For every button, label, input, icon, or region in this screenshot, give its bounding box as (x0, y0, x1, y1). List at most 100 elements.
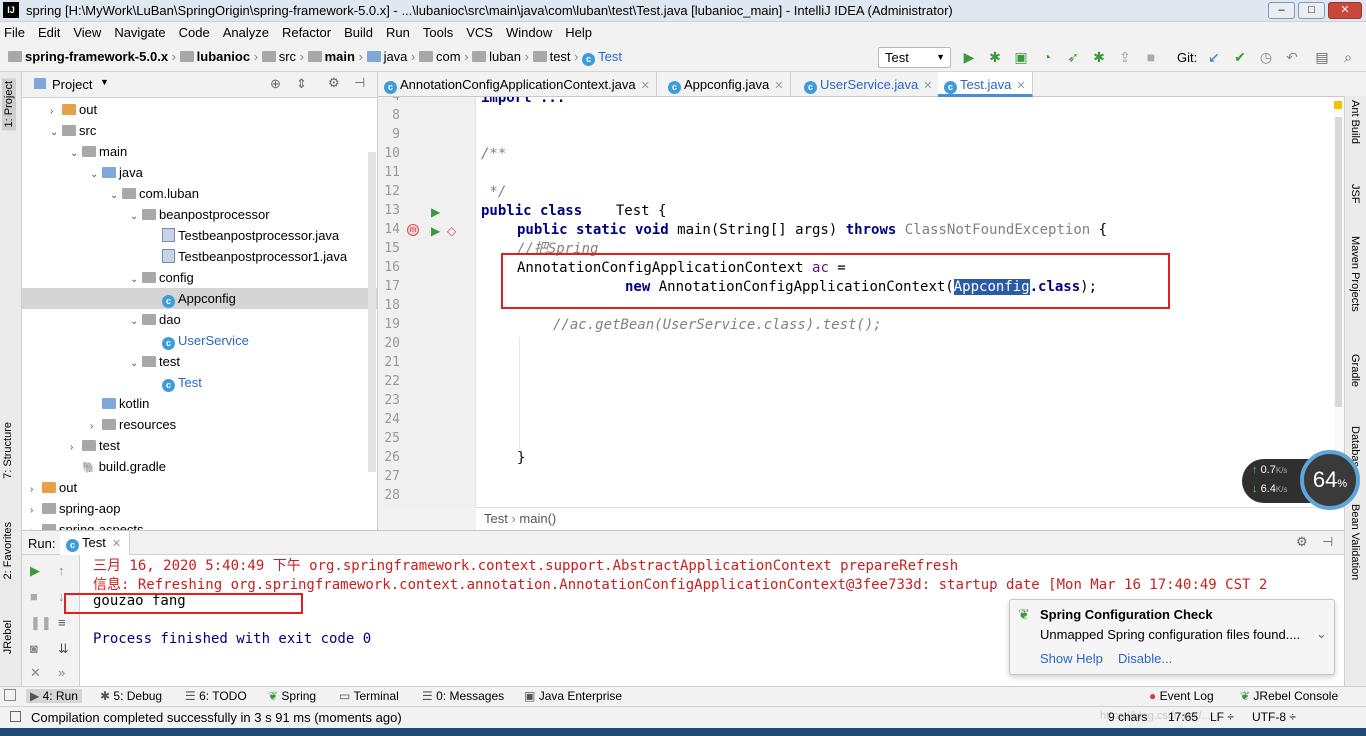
tree-item[interactable]: ⌄ src (22, 120, 377, 141)
menu-build[interactable]: Build (344, 25, 373, 40)
structure-tool-tab[interactable]: 7: Structure (2, 422, 14, 479)
expand-arrow-icon[interactable]: ⌄ (130, 206, 142, 227)
tool-event-log[interactable]: ● Event Log (1149, 689, 1214, 703)
expand-arrow-icon[interactable]: › (90, 416, 102, 437)
tool-windows-toggle-icon[interactable] (4, 689, 16, 701)
expand-arrow-icon[interactable]: › (30, 521, 42, 530)
tool-spring[interactable]: ❦ Spring (268, 689, 316, 703)
menu-analyze[interactable]: Analyze (223, 25, 269, 40)
tab-userservice[interactable]: c UserService.java ✕ (798, 72, 940, 97)
expand-arrow-icon[interactable]: ⌄ (130, 353, 142, 374)
run-class-icon[interactable]: ▶ (431, 205, 440, 219)
expand-arrow-icon[interactable]: ⌄ (70, 143, 82, 164)
menu-vcs[interactable]: VCS (466, 25, 493, 40)
minimize-button[interactable]: – (1268, 2, 1295, 19)
disable-link[interactable]: Disable... (1118, 651, 1172, 666)
file-encoding[interactable]: UTF-8 ÷ (1252, 710, 1296, 724)
jrebel-tool-tab[interactable]: JRebel (2, 620, 14, 654)
chevron-down-icon[interactable]: ▼ (100, 77, 109, 87)
maximize-button[interactable]: □ (1298, 2, 1325, 19)
git-history-icon[interactable]: ◷ (1258, 49, 1274, 65)
git-commit-icon[interactable]: ✔ (1232, 49, 1248, 65)
close-button[interactable]: ✕ (1328, 2, 1362, 19)
close-icon[interactable]: ✕ (1016, 80, 1025, 92)
tree-item[interactable]: ⌄ com.luban (22, 183, 377, 206)
tool-messages[interactable]: ☰ 0: Messages (422, 689, 504, 703)
hide-icon[interactable]: ⊣ (1322, 534, 1333, 550)
expand-arrow-icon[interactable]: ⌄ (130, 269, 142, 290)
close-icon[interactable]: ✕ (112, 538, 121, 550)
favorites-tool-tab[interactable]: 2: Favorites (2, 522, 14, 579)
jsf-tab[interactable]: JSF (1349, 184, 1361, 204)
caret-position[interactable]: 17:65 (1168, 710, 1198, 724)
tree-item[interactable]: Testbeanpostprocessor.java (22, 225, 377, 246)
expand-arrow-icon[interactable]: › (70, 437, 82, 458)
tree-item[interactable]: Testbeanpostprocessor1.java (22, 246, 377, 267)
tool-java-enterprise[interactable]: ▣ Java Enterprise (524, 689, 622, 703)
tree-item[interactable]: c Appconfig (22, 288, 377, 309)
tree-item[interactable]: ⌄ main (22, 141, 377, 164)
tree-item[interactable]: › spring-aspects (22, 519, 377, 530)
stop-icon[interactable]: ■ (1143, 49, 1159, 65)
crumb-java[interactable]: java (384, 49, 408, 64)
search-everywhere-icon[interactable]: ⌕ (1340, 49, 1356, 65)
profile-icon[interactable]: ◔ (1039, 49, 1055, 65)
tree-item[interactable]: ⌄ config (22, 267, 377, 290)
menu-tools[interactable]: Tools (423, 25, 453, 40)
crumb-class[interactable]: Test (598, 49, 622, 64)
inspection-status-icon[interactable] (1334, 101, 1342, 109)
crumb-luban[interactable]: luban (489, 49, 521, 64)
project-tool-tab[interactable]: 1: Project (2, 78, 16, 131)
hide-icon[interactable]: ⊣ (354, 75, 365, 91)
expand-arrow-icon[interactable]: › (30, 500, 42, 521)
tool-debug[interactable]: ✱ 5: Debug (100, 689, 162, 703)
soft-wrap-icon[interactable]: ≡ (58, 615, 66, 630)
stop-icon[interactable]: ■ (30, 589, 38, 604)
gear-icon[interactable]: ⚙ (1296, 534, 1308, 550)
tab-test[interactable]: c Test.java ✕ (938, 72, 1033, 97)
menu-view[interactable]: View (73, 25, 101, 40)
rerun-icon[interactable]: ▶ (30, 563, 40, 579)
project-structure-icon[interactable]: ▤ (1314, 49, 1330, 65)
crumb-src[interactable]: src (279, 49, 296, 64)
more-icon[interactable]: » (58, 665, 65, 680)
tree-item[interactable]: › out (22, 99, 377, 122)
tree-item[interactable]: c UserService (22, 330, 377, 351)
expand-arrow-icon[interactable]: › (50, 101, 62, 122)
locate-icon[interactable]: ⊕ (270, 76, 281, 92)
menu-help[interactable]: Help (565, 25, 592, 40)
tool-todo[interactable]: ☰ 6: TODO (185, 689, 247, 703)
tree-scrollbar[interactable] (368, 152, 376, 472)
menu-file[interactable]: File (4, 25, 25, 40)
tool-terminal[interactable]: ▭ Terminal (339, 689, 399, 703)
pause-icon[interactable]: ❚❚ (30, 615, 52, 631)
tree-item[interactable]: c Test (22, 372, 377, 393)
ant-build-tab[interactable]: Ant Build (1349, 100, 1361, 144)
tool-run[interactable]: ▶ 4: Run (26, 689, 82, 703)
run-icon[interactable]: ▶ (961, 49, 977, 65)
tree-item[interactable]: ⌄ test (22, 351, 377, 374)
close-icon[interactable]: ✕ (923, 80, 932, 92)
tree-item[interactable]: › spring-aop (22, 498, 377, 521)
expand-arrow-icon[interactable]: ⌄ (130, 311, 142, 332)
menu-refactor[interactable]: Refactor (282, 25, 331, 40)
git-revert-icon[interactable]: ↶ (1284, 49, 1300, 65)
tree-item[interactable]: kotlin (22, 393, 377, 414)
project-view-selector[interactable]: Project (52, 77, 92, 92)
menu-edit[interactable]: Edit (38, 25, 60, 40)
menu-navigate[interactable]: Navigate (114, 25, 165, 40)
tree-item[interactable]: ⌄ java (22, 162, 377, 183)
gradle-tab[interactable]: Gradle (1349, 354, 1361, 387)
crumb-method[interactable]: main() (519, 511, 556, 526)
expand-arrow-icon[interactable]: › (30, 479, 42, 500)
breakpoint-diamond-icon[interactable]: ◇ (447, 224, 456, 238)
editor-scrollbar[interactable] (1334, 97, 1344, 507)
attach-icon[interactable]: ⇪ (1117, 49, 1133, 65)
tree-item[interactable]: ⌄ beanpostprocessor (22, 204, 377, 227)
maven-projects-tab[interactable]: Maven Projects (1349, 236, 1361, 312)
status-icon[interactable] (10, 711, 21, 722)
menu-run[interactable]: Run (386, 25, 410, 40)
expand-arrow-icon[interactable]: ⌄ (110, 185, 122, 206)
coverage-icon[interactable]: ▣ (1013, 49, 1029, 65)
line-separator[interactable]: LF ÷ (1210, 710, 1234, 724)
